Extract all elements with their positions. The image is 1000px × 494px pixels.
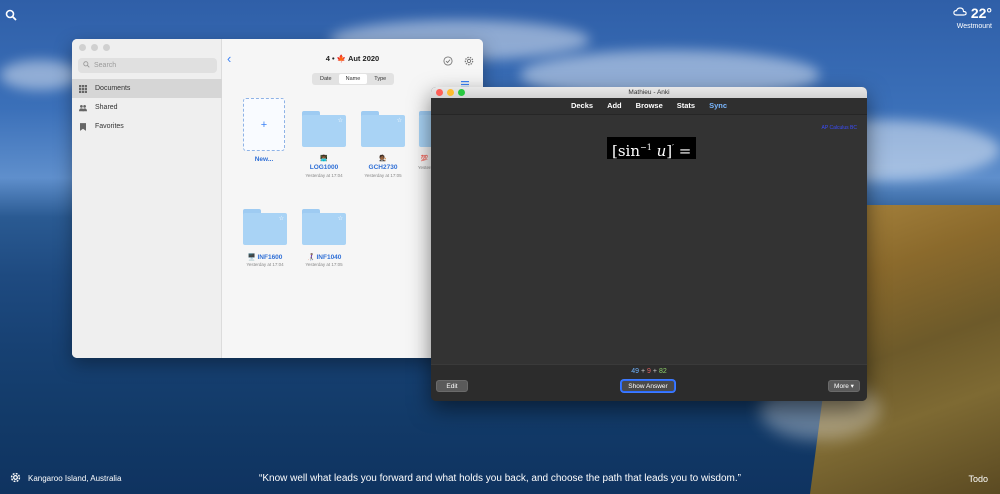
sidebar-item-favorites[interactable]: Favorites <box>72 117 222 136</box>
star-icon: ☆ <box>396 118 402 124</box>
formula-variable: u <box>656 142 667 160</box>
sidebar-item-label: Favorites <box>95 123 124 130</box>
more-button[interactable]: More ▾ <box>828 380 860 392</box>
folder-emoji: 👩🏽‍🦯 <box>306 254 315 261</box>
bookmark-icon <box>79 122 87 131</box>
window-controls <box>79 44 110 51</box>
folder-emoji: 🖥️ <box>247 254 256 261</box>
count-separator: + <box>641 368 646 375</box>
cloud-icon <box>953 4 967 22</box>
folder-icon[interactable]: ☆ <box>243 209 287 245</box>
folder-name-text: INF1600 <box>257 254 283 261</box>
edit-button[interactable]: Edit <box>436 380 468 392</box>
sort-name[interactable]: Name <box>338 74 368 84</box>
folder-date: Yesterday at 17:05 <box>364 173 402 178</box>
minimize-button[interactable] <box>91 44 98 51</box>
count-separator: + <box>652 368 657 375</box>
toolbar-sync[interactable]: Sync <box>709 98 727 114</box>
grid-icon <box>79 84 87 93</box>
minimize-button[interactable] <box>447 89 454 96</box>
files-window: Search Documents Shared Favorites ‹ 4 • … <box>72 39 483 358</box>
close-button[interactable] <box>436 89 443 96</box>
toolbar-add[interactable]: Add <box>607 98 622 114</box>
show-answer-button[interactable]: Show Answer <box>621 380 675 392</box>
search-icon[interactable] <box>5 8 17 21</box>
star-icon: ☆ <box>337 118 343 124</box>
folder-name[interactable]: 🖥️ INF1600 <box>235 253 295 261</box>
new-folder-label[interactable]: New... <box>243 156 285 163</box>
star-icon: ☆ <box>278 216 284 222</box>
new-folder-tile[interactable]: + <box>243 98 285 151</box>
card-question-formula: [sin−1 u]′ = <box>607 137 697 160</box>
progress-check-icon[interactable] <box>443 53 454 66</box>
list-view-icon[interactable] <box>461 75 469 88</box>
title-text: Aut 2020 <box>347 54 380 63</box>
anki-bottombar: 49 + 9 + 82 Edit Show Answer More ▾ <box>431 364 867 401</box>
folder-icon[interactable]: ☆ <box>302 209 346 245</box>
toolbar-stats[interactable]: Stats <box>677 98 695 114</box>
folder-date: Yesterday at 17:04 <box>305 173 343 178</box>
folder-icon[interactable]: ☆ <box>361 111 405 147</box>
card-counts: 49 + 9 + 82 <box>431 368 867 375</box>
todo-button[interactable]: Todo <box>968 474 988 484</box>
formula-exponent: −1 <box>640 143 652 152</box>
sidebar-item-label: Shared <box>95 104 118 111</box>
search-icon <box>83 61 90 70</box>
folder-name[interactable]: LOG1000 <box>294 164 354 171</box>
card-content: AP Calculus BC [sin−1 u]′ = <box>431 114 867 364</box>
folder-date: Yesterd <box>417 165 433 170</box>
anki-window: Mathieu - Anki Decks Add Browse Stats Sy… <box>431 87 867 401</box>
sidebar-item-label: Documents <box>95 85 131 92</box>
folder-name-text: INF1040 <box>316 254 342 261</box>
folder-icon[interactable]: ☆ <box>302 111 346 147</box>
weather-temperature: 22° <box>970 5 992 21</box>
sidebar-item-documents[interactable]: Documents <box>72 79 222 98</box>
folder-emoji: 👨🏾‍💻 <box>320 156 328 162</box>
star-icon: ☆ <box>337 216 343 222</box>
toolbar-decks[interactable]: Decks <box>571 98 593 114</box>
folder-name[interactable]: 👩🏽‍🦯 INF1040 <box>294 253 354 261</box>
zoom-button[interactable] <box>103 44 110 51</box>
people-icon <box>79 104 87 112</box>
sort-type[interactable]: Type <box>367 74 393 84</box>
close-button[interactable] <box>79 44 86 51</box>
plus-icon: + <box>260 118 268 131</box>
window-title: Mathieu - Anki <box>628 89 670 96</box>
anki-toolbar: Decks Add Browse Stats Sync <box>431 98 867 114</box>
sidebar-item-shared[interactable]: Shared <box>72 98 222 117</box>
folder-emoji: 💯 <box>420 156 428 162</box>
daily-quote: “Know well what leads you forward and wh… <box>259 473 741 484</box>
maple-leaf-icon: 🍁 <box>336 54 347 63</box>
search-placeholder: Search <box>94 62 117 69</box>
review-count: 82 <box>658 368 667 375</box>
window-controls <box>436 89 465 96</box>
cloud <box>0 60 80 90</box>
files-sidebar: Search Documents Shared Favorites <box>72 39 222 358</box>
folder-date: Yesterday at 17:05 <box>305 262 343 267</box>
toolbar-browse[interactable]: Browse <box>636 98 663 114</box>
title-count: 4 • <box>325 54 335 63</box>
sort-date[interactable]: Date <box>313 74 339 84</box>
learn-count: 9 <box>647 368 651 375</box>
folder-date: Yesterday at 17:04 <box>246 262 284 267</box>
deck-tag: AP Calculus BC <box>821 125 857 131</box>
formula-function: sin <box>617 142 641 160</box>
new-count: 49 <box>631 368 640 375</box>
zoom-button[interactable] <box>458 89 465 96</box>
anki-titlebar: Mathieu - Anki <box>431 87 867 98</box>
weather-widget[interactable]: 22° Westmount <box>953 4 992 30</box>
search-input[interactable]: Search <box>78 58 217 73</box>
weather-location: Westmount <box>956 23 992 30</box>
gear-icon[interactable] <box>464 53 475 66</box>
sort-segmented-control: Date Name Type <box>312 73 395 85</box>
